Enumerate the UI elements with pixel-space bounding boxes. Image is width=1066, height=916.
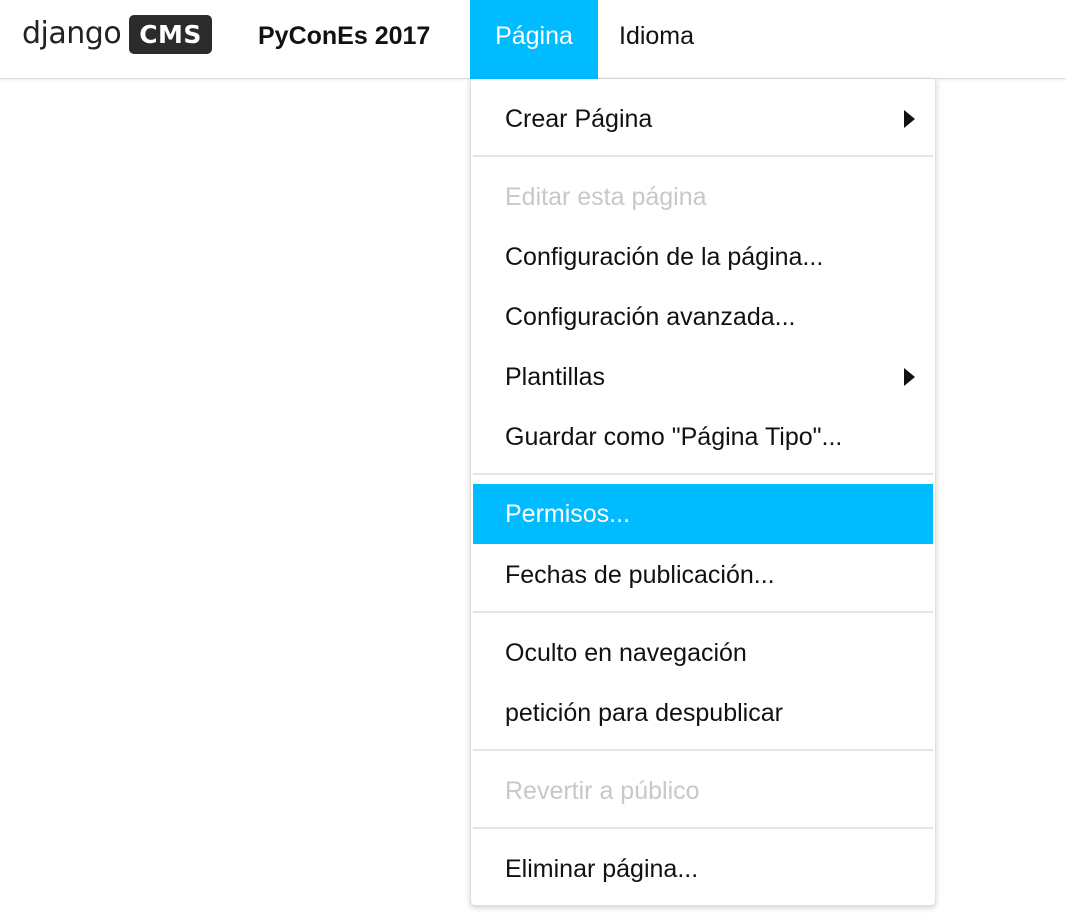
caret-right-icon: [904, 368, 915, 386]
menu-item-revert-to-live: Revertir a público: [473, 761, 933, 821]
menu-item-delete-page[interactable]: Eliminar página...: [473, 839, 933, 899]
menu-item-edit-page: Editar esta página: [473, 167, 933, 227]
django-cms-logo[interactable]: django CMS: [22, 14, 212, 54]
page-menu-dropdown: Crear Página Editar esta página Configur…: [470, 79, 936, 906]
menu-separator: [473, 155, 933, 157]
menu-separator: [473, 611, 933, 613]
menu-item-request-unpublish[interactable]: petición para despublicar: [473, 683, 933, 743]
logo-badge: CMS: [129, 14, 212, 54]
menu-item-hide-in-navigation[interactable]: Oculto en navegación: [473, 623, 933, 683]
menu-item-save-as-page-type[interactable]: Guardar como "Página Tipo"...: [473, 407, 933, 467]
menu-item-label: Eliminar página...: [505, 855, 699, 883]
menu-page[interactable]: Página: [470, 0, 598, 79]
menu-item-label: Configuración avanzada...: [505, 303, 796, 331]
menu-separator: [473, 749, 933, 751]
caret-right-icon: [904, 110, 915, 128]
menu-item-label: Revertir a público: [505, 777, 700, 805]
menu-separator: [473, 827, 933, 829]
menu-item-label: Permisos...: [505, 500, 631, 528]
menu-item-label: Plantillas: [505, 363, 606, 391]
menu-item-label: Configuración de la página...: [505, 243, 824, 271]
menu-item-label: Guardar como "Página Tipo"...: [505, 423, 843, 451]
menu-item-label: Oculto en navegación: [505, 639, 747, 667]
menu-item-templates[interactable]: Plantillas: [473, 347, 933, 407]
logo-wordmark: django: [22, 16, 122, 51]
menu-separator: [473, 473, 933, 475]
menu-item-publication-dates[interactable]: Fechas de publicación...: [473, 545, 933, 605]
menu-item-label: petición para despublicar: [505, 699, 783, 727]
cms-toolbar: django CMS PyConEs 2017 Página Idioma: [0, 0, 1066, 79]
menu-item-advanced-settings[interactable]: Configuración avanzada...: [473, 287, 933, 347]
menu-item-label: Crear Página: [505, 105, 653, 133]
menu-item-label: Fechas de publicación...: [505, 561, 775, 589]
menu-item-permissions[interactable]: Permisos...: [473, 484, 933, 544]
site-name-menu[interactable]: PyConEs 2017: [258, 0, 430, 78]
menu-item-label: Editar esta página: [505, 183, 707, 211]
menu-language[interactable]: Idioma: [619, 0, 694, 78]
menu-item-page-settings[interactable]: Configuración de la página...: [473, 227, 933, 287]
menu-item-create-page[interactable]: Crear Página: [473, 89, 933, 149]
